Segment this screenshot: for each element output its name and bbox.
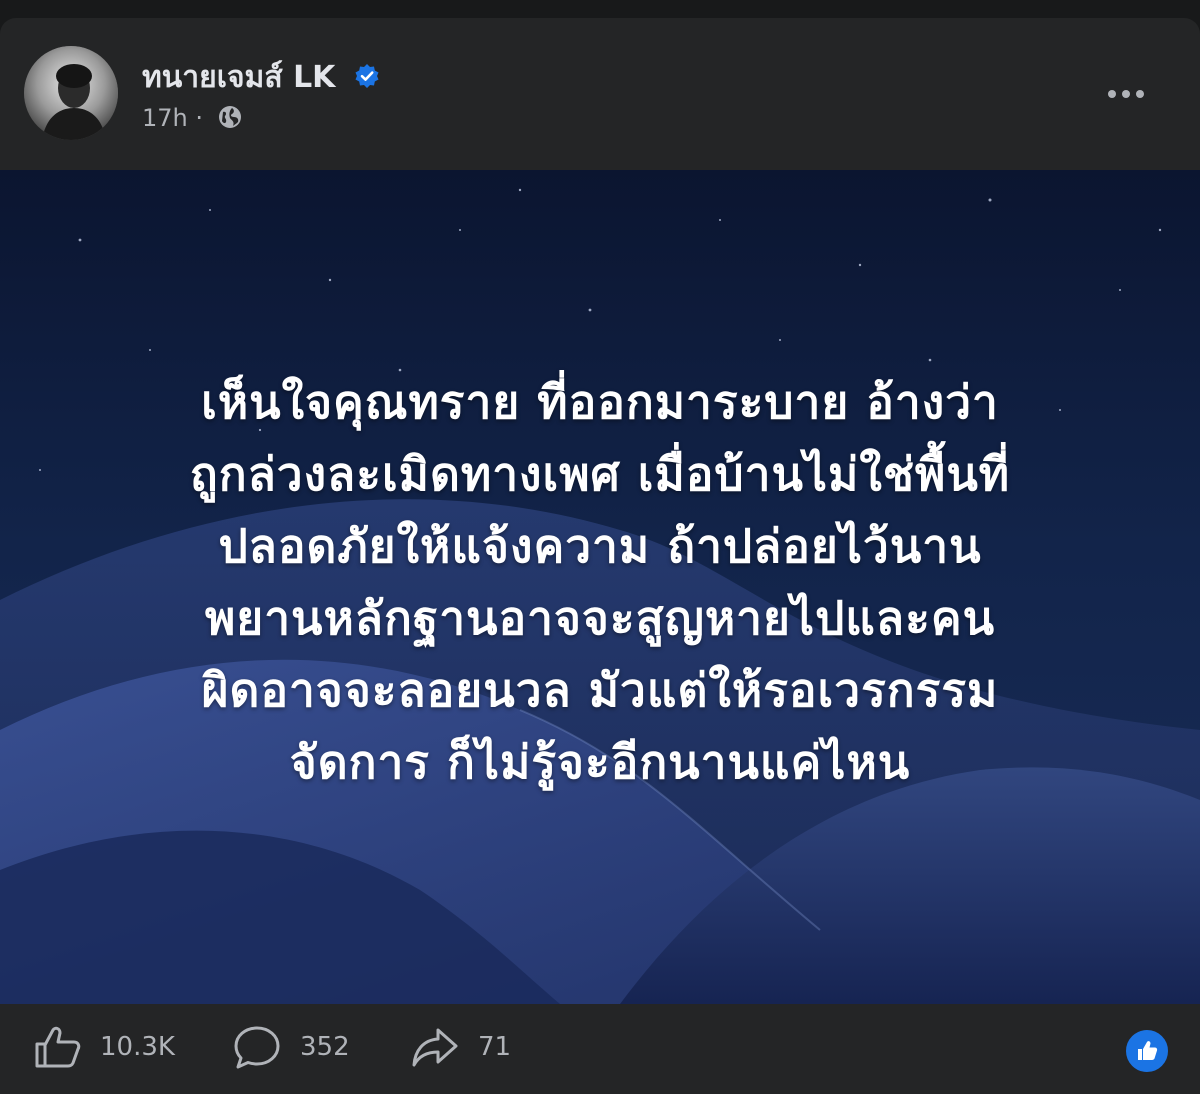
post-actions-bar: 10.3K 352 71 — [0, 1004, 1200, 1094]
page-background: ทนายเจมส์ LK 17h · เห็นใจคุณทราย ที่ออกม… — [0, 0, 1200, 1094]
image-text-line: ถูกล่วงละเมิดทางเพศ เมื่อบ้านไม่ใช่พื้นท… — [189, 447, 1011, 501]
post-image[interactable]: เห็นใจคุณทราย ที่ออกมาระบาย อ้างว่า ถูกล… — [0, 170, 1200, 1004]
image-text-line: พยานหลักฐานอาจจะสูญหายไปและคน — [204, 591, 996, 645]
share-count: 71 — [478, 1032, 512, 1062]
comment-button[interactable]: 352 — [232, 1022, 350, 1072]
more-options-button[interactable] — [1102, 84, 1150, 104]
post-image-text: เห็นใจคุณทราย ที่ออกมาระบาย อ้างว่า ถูกล… — [40, 366, 1160, 798]
meta-separator: · — [195, 104, 204, 132]
thumbs-up-icon — [35, 1026, 81, 1068]
like-count: 10.3K — [100, 1032, 175, 1062]
post-header: ทนายเจมส์ LK 17h · — [0, 18, 1200, 170]
like-reaction-icon[interactable] — [1124, 1028, 1170, 1074]
globe-icon[interactable] — [217, 104, 243, 130]
avatar-image — [24, 46, 118, 140]
image-text-line: จัดการ ก็ไม่รู้จะอีกนานแค่ไหน — [289, 735, 911, 789]
image-text-line: ผิดอาจจะลอยนวล มัวแต่ให้รอเวรกรรม — [201, 663, 999, 717]
like-button[interactable]: 10.3K — [34, 1022, 175, 1072]
author-name[interactable]: ทนายเจมส์ LK — [142, 54, 380, 101]
author-avatar[interactable] — [24, 46, 118, 140]
author-name-text: ทนายเจมส์ LK — [142, 60, 336, 95]
share-arrow-icon — [412, 1028, 458, 1067]
more-options-icon — [1108, 90, 1116, 98]
image-text-line: ปลอดภัยให้แจ้งความ ถ้าปล่อยไว้นาน — [218, 519, 982, 573]
comment-bubble-icon — [234, 1026, 280, 1069]
share-button[interactable]: 71 — [410, 1022, 511, 1072]
comment-count: 352 — [300, 1032, 350, 1062]
post-meta: 17h · — [142, 104, 243, 132]
post-time[interactable]: 17h — [142, 104, 188, 132]
verified-badge-icon — [355, 63, 379, 88]
image-text-line: เห็นใจคุณทราย ที่ออกมาระบาย อ้างว่า — [201, 375, 999, 429]
post-card: ทนายเจมส์ LK 17h · เห็นใจคุณทราย ที่ออกม… — [0, 18, 1200, 1094]
reaction-thumb-icon — [1138, 1041, 1158, 1060]
